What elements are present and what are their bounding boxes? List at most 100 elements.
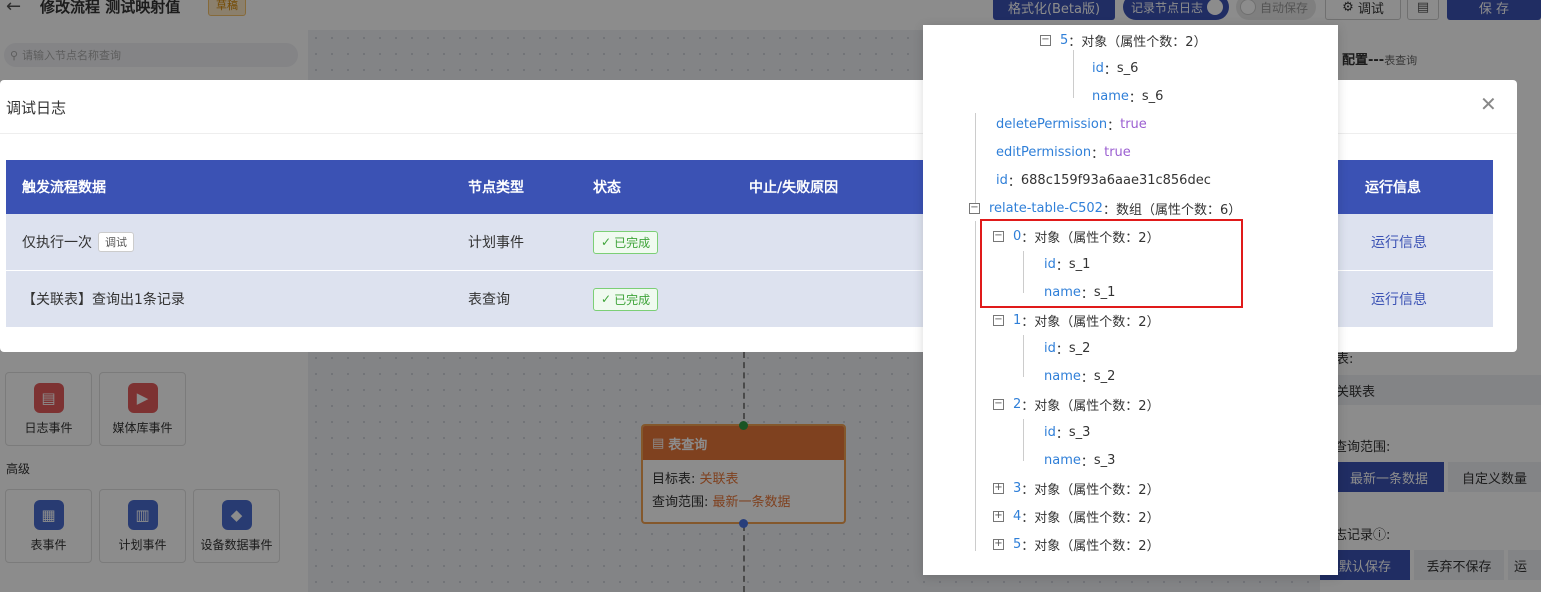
- tree-line: id： s_2: [1044, 338, 1090, 358]
- tree-sep: ：: [1091, 146, 1105, 162]
- tree-sep: ：: [1102, 202, 1116, 218]
- tree-value: 数组（属性个数：6）: [1115, 202, 1242, 218]
- tree-key: name: [1044, 368, 1081, 384]
- row-type-cell: 表查询: [468, 292, 510, 308]
- tree-sep: ：: [1080, 454, 1094, 470]
- column-header: 触发流程数据: [22, 180, 106, 196]
- run-info-text: 运行信息: [1371, 292, 1427, 308]
- column-header: 运行信息: [1365, 180, 1421, 196]
- tree-sep: ：: [1055, 342, 1069, 358]
- row-data-cell: 【关联表】查询出1条记录: [22, 271, 185, 327]
- run-info-link[interactable]: 运行信息: [1371, 214, 1427, 270]
- tree-guide: [975, 113, 976, 205]
- tree-guide: [1073, 50, 1074, 98]
- tree-value: s_3: [1068, 424, 1091, 440]
- tree-value: true: [1104, 144, 1131, 160]
- column-header: 节点类型: [468, 180, 524, 196]
- tree-key: 3: [1013, 480, 1022, 496]
- collapse-icon[interactable]: −: [969, 202, 980, 214]
- tree-value: 对象（属性个数：2）: [1034, 398, 1160, 414]
- tree-value: 对象（属性个数：2）: [1034, 538, 1160, 554]
- run-info-text: 运行信息: [1371, 235, 1427, 251]
- status-text: 已完成: [614, 292, 651, 307]
- tree-value: s_6: [1116, 60, 1139, 76]
- tree-key: editPermission: [996, 144, 1092, 160]
- tree-value: s_2: [1093, 368, 1116, 384]
- tree-value: 对象（属性个数：2）: [1034, 314, 1160, 330]
- tree-line[interactable]: − relate-table-C502：数组（属性个数：6）: [969, 198, 1241, 218]
- tree-line: id： s_6: [1092, 58, 1138, 78]
- tree-line: name： s_2: [1044, 366, 1115, 386]
- tree-line[interactable]: −5：对象（属性个数：2）: [1040, 30, 1207, 50]
- check-circle-icon: ✓: [601, 235, 612, 249]
- tree-sep: ：: [1007, 174, 1021, 190]
- tree-line[interactable]: −2：对象（属性个数：2）: [993, 394, 1160, 414]
- tree-value: true: [1120, 116, 1147, 132]
- status-badge: ✓ 已完成: [593, 230, 659, 254]
- tree-key: id: [1044, 340, 1056, 356]
- row-status-cell: ✓ 已完成: [593, 214, 659, 270]
- tree-sep: ：: [1021, 314, 1035, 330]
- tree-key: name: [1044, 452, 1081, 468]
- expand-icon[interactable]: +: [993, 482, 1004, 494]
- tree-line: id： 688c159f93a6aae31c856dec: [996, 170, 1211, 190]
- row-data-text: 仅执行一次: [22, 235, 92, 251]
- run-info-link[interactable]: 运行信息: [1371, 271, 1427, 327]
- tree-sep: ：: [1021, 538, 1035, 554]
- modal-title: 调试日志: [6, 99, 67, 117]
- tree-line: name： s_3: [1044, 450, 1115, 470]
- tree-value: 对象（属性个数：2）: [1034, 510, 1160, 526]
- tree-sep: ：: [1021, 510, 1035, 526]
- column-header: 状态: [593, 180, 621, 196]
- tree-guide: [1023, 335, 1024, 377]
- tree-guide: [975, 221, 976, 551]
- tree-line: name： s_6: [1092, 86, 1163, 106]
- check-circle-icon: ✓: [601, 292, 612, 306]
- tree-sep: ：: [1107, 118, 1121, 134]
- status-text: 已完成: [614, 235, 651, 250]
- tree-key: name: [1092, 88, 1129, 104]
- tree-line[interactable]: +5：对象（属性个数：2）: [993, 534, 1160, 554]
- tree-key: id: [1092, 60, 1104, 76]
- tree-sep: ：: [1103, 62, 1117, 78]
- collapse-icon[interactable]: −: [993, 314, 1004, 326]
- tree-value: s_3: [1093, 452, 1116, 468]
- tree-guide: [1023, 419, 1024, 461]
- tree-key: 2: [1013, 396, 1022, 412]
- highlight-box: [980, 219, 1243, 308]
- tree-value: 对象（属性个数：2）: [1081, 34, 1207, 50]
- tree-key: deletePermission: [996, 116, 1108, 132]
- tree-key: 1: [1013, 312, 1022, 328]
- tree-value: 688c159f93a6aae31c856dec: [1020, 172, 1211, 188]
- tree-key: id: [996, 172, 1008, 188]
- row-status-cell: ✓ 已完成: [593, 271, 659, 327]
- tree-line: editPermission： true: [996, 142, 1131, 162]
- tree-key: 5: [1060, 32, 1069, 48]
- tree-sep: ：: [1080, 370, 1094, 386]
- tree-sep: ：: [1021, 482, 1035, 498]
- row-type-cell: 计划事件: [468, 235, 524, 251]
- tree-line[interactable]: +4：对象（属性个数：2）: [993, 506, 1160, 526]
- tree-key: relate-table-C502: [989, 200, 1103, 216]
- tree-value: s_6: [1141, 88, 1164, 104]
- tree-sep: ：: [1021, 398, 1035, 414]
- row-data-cell: 仅执行一次 调试: [22, 214, 134, 270]
- row-data-text: 【关联表】查询出1条记录: [22, 292, 185, 308]
- tree-sep: ：: [1128, 90, 1142, 106]
- collapse-icon[interactable]: −: [993, 398, 1004, 410]
- tree-value: 对象（属性个数：2）: [1034, 482, 1160, 498]
- expand-icon[interactable]: +: [993, 510, 1004, 522]
- close-icon[interactable]: ✕: [1480, 92, 1497, 116]
- debug-tag: 调试: [98, 232, 134, 252]
- expand-icon[interactable]: +: [993, 538, 1004, 550]
- tree-line[interactable]: +3：对象（属性个数：2）: [993, 478, 1160, 498]
- tree-key: 4: [1013, 508, 1022, 524]
- status-badge: ✓ 已完成: [593, 287, 659, 311]
- tree-line: id： s_3: [1044, 422, 1090, 442]
- collapse-icon[interactable]: −: [1040, 34, 1051, 46]
- tree-sep: ：: [1068, 34, 1082, 50]
- tree-line[interactable]: −1：对象（属性个数：2）: [993, 310, 1160, 330]
- tree-value: s_2: [1068, 340, 1091, 356]
- tree-key: 5: [1013, 536, 1022, 552]
- tree-line: deletePermission： true: [996, 114, 1147, 134]
